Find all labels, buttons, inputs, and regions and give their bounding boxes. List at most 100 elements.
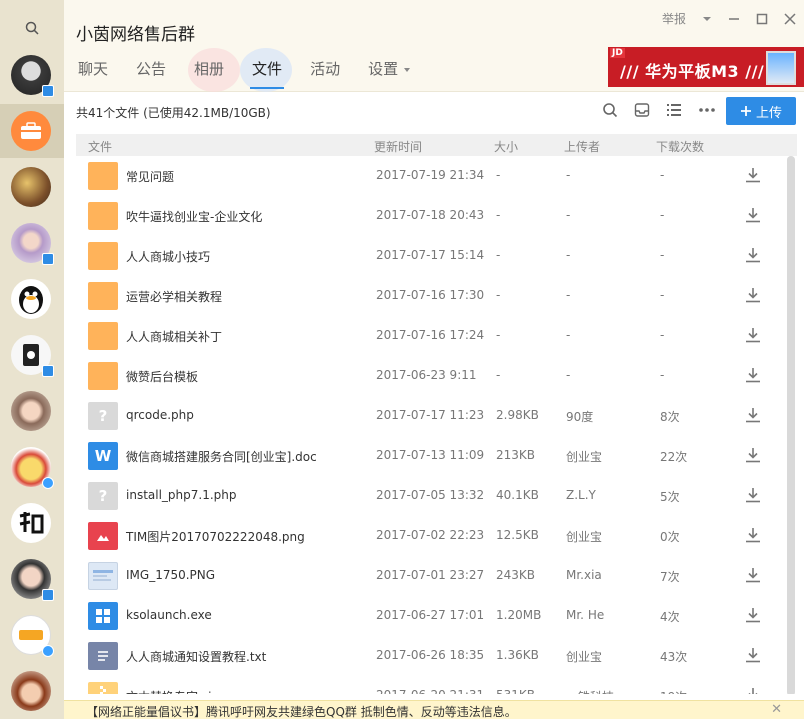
file-name[interactable]: qrcode.php xyxy=(126,408,194,422)
download-icon[interactable] xyxy=(744,486,762,504)
download-icon[interactable] xyxy=(744,326,762,344)
contact-avatar[interactable] xyxy=(11,55,54,97)
folder-icon xyxy=(88,242,118,270)
device-badge-icon xyxy=(42,365,54,377)
table-row[interactable]: 常见问题 2017-07-19 21:34- - - xyxy=(76,156,797,196)
upload-button[interactable]: 上传 xyxy=(726,97,796,125)
file-name[interactable]: 吹牛逼找创业宝-企业文化 xyxy=(126,208,262,225)
folder-icon xyxy=(88,322,118,350)
file-name[interactable]: TIM图片20170702222048.png xyxy=(126,528,305,545)
table-row[interactable]: ? install_php7.1.php 2017-07-05 13:32 40.1K… xyxy=(76,476,797,516)
download-icon[interactable] xyxy=(744,286,762,304)
group-header: 小茵网络售后群 举报 聊天 公告 相册 文件 活动 设置 JD /// 华为平板… xyxy=(64,0,804,92)
table-header: 文件 更新时间 大小 上传者 下载次数 xyxy=(76,134,797,156)
file-size: 531KB xyxy=(496,688,535,694)
download-icon[interactable] xyxy=(744,686,762,694)
tab-files[interactable]: 文件 xyxy=(250,58,285,89)
table-row[interactable]: W 微信商城搭建服务合同[创业宝].doc 2017-07-13 11:09 213K… xyxy=(76,436,797,476)
contact-avatar[interactable] xyxy=(11,615,54,657)
contact-avatar[interactable] xyxy=(11,167,51,207)
chevron-down-icon[interactable] xyxy=(702,15,712,23)
table-row[interactable]: 人人商城通知设置教程.txt 2017-06-26 18:35 1.36KB 创业宝 4… xyxy=(76,636,797,676)
download-icon[interactable] xyxy=(744,566,762,584)
list-view-icon[interactable] xyxy=(666,102,682,118)
notice-text[interactable]: 【网络正能量倡议书】腾讯呼吁网友共建绿色QQ群 抵制色情、反动等违法信息。 xyxy=(86,703,517,719)
close-notice-icon[interactable]: ✕ xyxy=(771,702,782,717)
download-icon[interactable] xyxy=(744,246,762,264)
close-icon[interactable] xyxy=(784,12,796,25)
file-name[interactable]: 文本替换专家.zip xyxy=(126,688,219,694)
table-row[interactable]: 吹牛逼找创业宝-企业文化 2017-07-18 20:43- - - xyxy=(76,196,797,236)
unknown-file-icon: ? xyxy=(88,482,118,510)
minimize-icon[interactable] xyxy=(728,13,740,25)
file-name[interactable]: 微信商城搭建服务合同[创业宝].doc xyxy=(126,448,317,465)
file-name[interactable]: 人人商城相关补丁 xyxy=(126,328,222,345)
inbox-icon[interactable] xyxy=(634,102,650,118)
contact-avatar[interactable] xyxy=(11,223,54,265)
file-name[interactable]: 微赞后台模板 xyxy=(126,368,198,385)
table-row[interactable]: 人人商城小技巧 2017-07-17 15:14- - - xyxy=(76,236,797,276)
contact-avatar[interactable] xyxy=(11,391,51,431)
contact-avatar[interactable] xyxy=(11,503,51,543)
file-downloads: 0次 xyxy=(660,530,680,544)
tab-album[interactable]: 相册 xyxy=(194,58,224,82)
contact-avatar[interactable] xyxy=(11,671,51,711)
table-row[interactable]: 人人商城相关补丁 2017-07-16 17:24- - - xyxy=(76,316,797,356)
file-name[interactable]: install_php7.1.php xyxy=(126,488,237,502)
header-updated[interactable]: 更新时间 xyxy=(374,138,422,155)
scrollbar[interactable] xyxy=(787,156,795,694)
file-name[interactable]: 人人商城小技巧 xyxy=(126,248,210,265)
file-size: - xyxy=(496,168,501,182)
maximize-icon[interactable] xyxy=(756,13,768,25)
report-button[interactable]: 举报 xyxy=(662,10,686,27)
more-icon[interactable] xyxy=(698,102,716,118)
jd-badge: JD xyxy=(610,48,625,58)
search-icon[interactable] xyxy=(602,102,618,118)
star-badge-icon xyxy=(42,645,54,657)
header-downloads[interactable]: 下载次数 xyxy=(656,138,704,155)
table-row[interactable]: 运营必学相关教程 2017-07-16 17:30- - - xyxy=(76,276,797,316)
tab-announcement[interactable]: 公告 xyxy=(136,58,166,82)
table-row[interactable]: 文本替换专家.zip 2017-06-20 21:31 531KB 一铁科技 19次 xyxy=(76,676,797,694)
download-icon[interactable] xyxy=(744,646,762,664)
file-name[interactable]: ksolaunch.exe xyxy=(126,608,212,622)
file-updated: 2017-06-23 9:11 xyxy=(376,368,477,382)
contact-avatar[interactable] xyxy=(11,335,54,377)
table-row[interactable]: ksolaunch.exe 2017-06-27 17:01 1.20MB Mr. H… xyxy=(76,596,797,636)
file-downloads: 5次 xyxy=(660,490,680,504)
header-uploader[interactable]: 上传者 xyxy=(564,138,600,155)
header-name[interactable]: 文件 xyxy=(88,138,112,155)
briefcase-icon xyxy=(21,122,41,139)
search-button[interactable] xyxy=(14,14,50,42)
file-name[interactable]: 运营必学相关教程 xyxy=(126,288,222,305)
file-name[interactable]: 人人商城通知设置教程.txt xyxy=(126,648,266,665)
tab-activity[interactable]: 活动 xyxy=(310,58,340,82)
table-row[interactable]: IMG_1750.PNG 2017-07-01 23:27 243KB Mr.xia 7… xyxy=(76,556,797,596)
calligraphy-avatar-icon xyxy=(19,512,44,534)
table-row[interactable]: 微赞后台模板 2017-06-23 9:11 - - - xyxy=(76,356,797,396)
group-avatar[interactable] xyxy=(11,111,51,151)
table-row[interactable]: ? qrcode.php 2017-07-17 11:23 2.98KB 90度 8次 xyxy=(76,396,797,436)
header-size[interactable]: 大小 xyxy=(494,138,518,155)
download-icon[interactable] xyxy=(744,446,762,464)
download-icon[interactable] xyxy=(744,406,762,424)
toolbar-actions xyxy=(602,102,716,118)
contact-avatar[interactable] xyxy=(11,447,54,489)
file-uploader: - xyxy=(566,288,571,302)
download-icon[interactable] xyxy=(744,606,762,624)
file-downloads: - xyxy=(660,288,665,302)
download-icon[interactable] xyxy=(744,366,762,384)
contact-avatar[interactable] xyxy=(11,279,51,319)
file-name[interactable]: 常见问题 xyxy=(126,168,174,185)
table-row[interactable]: TIM图片20170702222048.png 2017-07-02 22:23 1… xyxy=(76,516,797,556)
scrollbar-thumb[interactable] xyxy=(787,156,795,694)
tab-chat[interactable]: 聊天 xyxy=(78,58,108,82)
contact-avatar[interactable] xyxy=(11,559,54,601)
download-icon[interactable] xyxy=(744,166,762,184)
ad-banner[interactable]: JD /// 华为平板M3 /// xyxy=(608,47,804,87)
tab-settings[interactable]: 设置 xyxy=(368,58,411,82)
download-icon[interactable] xyxy=(744,206,762,224)
download-icon[interactable] xyxy=(744,526,762,544)
files-toolbar: 共41个文件 (已使用42.1MB/10GB) 上传 xyxy=(64,92,804,132)
file-name[interactable]: IMG_1750.PNG xyxy=(126,568,215,582)
